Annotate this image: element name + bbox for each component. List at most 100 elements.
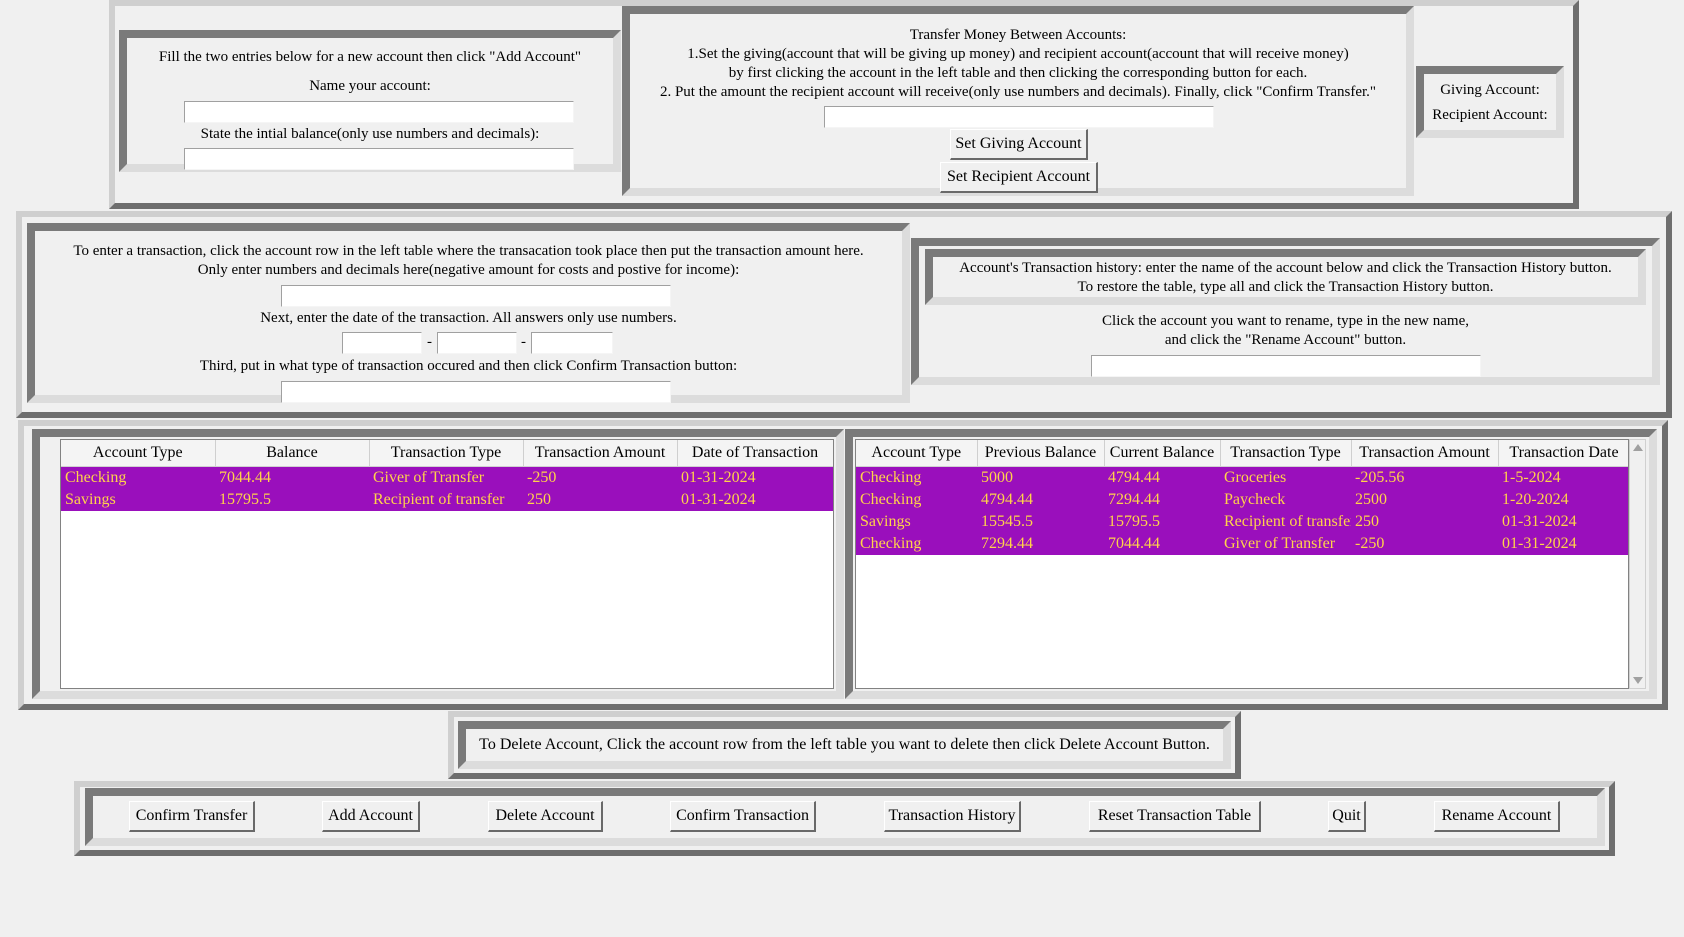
table-cell: Giver of Transfer [1220,533,1351,555]
table-row[interactable]: Savings 15545.5 15795.5 Recipient of tra… [856,511,1628,533]
table-cell: 1-5-2024 [1498,466,1628,489]
scroll-down-icon[interactable] [1633,677,1643,684]
column-header[interactable]: Date of Transaction [677,440,833,467]
table-cell: 7294.44 [1104,489,1220,511]
transaction-date-label: Next, enter the date of the transaction.… [260,310,677,326]
date-separator: - [521,334,526,350]
transfer-amount-input[interactable] [824,106,1214,128]
table-cell: Recipient of transfer [1220,511,1351,533]
table-cell: Giver of Transfer [369,466,523,489]
rename-account-button[interactable]: Rename Account [1434,801,1560,832]
table-cell: 4794.44 [977,489,1104,511]
table-cell: Savings [856,511,977,533]
add-account-button[interactable]: Add Account [322,801,420,832]
table-cell: 250 [1351,511,1498,533]
table-cell: 01-31-2024 [1498,533,1628,555]
set-giving-account-button[interactable]: Set Giving Account [950,129,1088,160]
transfer-instruction-1: 1.Set the giving(account that will be gi… [687,46,1349,62]
column-header[interactable]: Account Type [61,440,216,467]
column-header[interactable]: Transaction Amount [523,440,678,467]
table-cell: Paycheck [1220,489,1351,511]
history-scrollbar[interactable] [1629,439,1646,689]
column-header[interactable]: Transaction Type [369,440,524,467]
transaction-history-panel: Account's Transaction history: enter the… [925,249,1646,305]
column-header[interactable]: Balance [215,440,370,467]
transaction-type-label: Third, put in what type of transaction o… [199,358,738,374]
table-cell: 7044.44 [1104,533,1220,555]
delete-account-instructions: To Delete Account, Click the account row… [479,736,1210,753]
table-cell: Checking [856,489,977,511]
initial-balance-label: State the intial balance(only use number… [200,126,540,142]
transfer-status-panel: Giving Account: Recipient Account: [1416,66,1564,138]
column-header[interactable]: Transaction Type [1220,440,1352,467]
table-row[interactable]: Checking 7294.44 7044.44 Giver of Transf… [856,533,1628,555]
accounts-table[interactable]: Account Type Balance Transaction Type Tr… [60,439,834,689]
table-row[interactable]: Checking 4794.44 7294.44 Paycheck 2500 1… [856,489,1628,511]
transaction-instruction-2: Only enter numbers and decimals here(neg… [197,262,740,278]
table-cell: 2500 [1351,489,1498,511]
account-name-input[interactable] [184,101,574,123]
table-cell: -250 [523,466,677,489]
scroll-up-icon[interactable] [1633,444,1643,451]
confirm-transaction-button[interactable]: Confirm Transaction [670,801,816,832]
transfer-panel: Transfer Money Between Accounts: 1.Set t… [622,6,1414,196]
table-cell: 15795.5 [215,489,369,511]
transaction-month-input[interactable] [342,332,422,354]
table-cell: Groceries [1220,466,1351,489]
date-separator: - [427,334,432,350]
column-header[interactable]: Current Balance [1104,440,1221,467]
rename-section: Click the account you want to rename, ty… [919,311,1652,377]
column-header[interactable]: Previous Balance [977,440,1105,467]
table-cell: Checking [61,466,215,489]
table-cell: 7044.44 [215,466,369,489]
reset-transaction-table-button[interactable]: Reset Transaction Table [1089,801,1261,832]
table-cell: Savings [61,489,215,511]
history-table[interactable]: Account Type Previous Balance Current Ba… [855,439,1629,689]
column-header[interactable]: Transaction Date [1498,440,1628,467]
transaction-amount-input[interactable] [281,285,671,307]
button-bar [85,788,1605,846]
table-cell: Checking [856,466,977,489]
rename-instruction-1: Click the account you want to rename, ty… [1102,313,1469,329]
quit-button[interactable]: Quit [1328,801,1366,832]
table-cell: Recipient of transfer [369,489,523,511]
history-instruction-1: Account's Transaction history: enter the… [959,260,1612,276]
initial-balance-input[interactable] [184,148,574,170]
rename-instruction-2: and click the "Rename Account" button. [1164,332,1407,348]
giving-account-label: Giving Account: [1440,82,1540,98]
delete-account-button[interactable]: Delete Account [488,801,603,832]
transfer-title: Transfer Money Between Accounts: [909,27,1127,43]
transaction-history-button[interactable]: Transaction History [884,801,1021,832]
table-cell: -205.56 [1351,466,1498,489]
table-cell: 7294.44 [977,533,1104,555]
transaction-year-input[interactable] [531,332,613,354]
transfer-instruction-3: 2. Put the amount the recipient account … [659,84,1377,100]
column-header[interactable]: Transaction Amount [1351,440,1499,467]
table-cell: -250 [1351,533,1498,555]
table-cell: 01-31-2024 [1498,511,1628,533]
recipient-account-label: Recipient Account: [1432,107,1548,123]
transfer-instruction-2: by first clicking the account in the lef… [728,65,1308,81]
account-name-label: Name your account: [309,78,431,94]
table-cell: 15545.5 [977,511,1104,533]
column-header[interactable]: Account Type [856,440,978,467]
table-cell: Checking [856,533,977,555]
table-cell: 01-31-2024 [677,466,833,489]
confirm-transfer-button[interactable]: Confirm Transfer [129,801,255,832]
transaction-type-input[interactable] [281,381,671,403]
table-row[interactable]: Checking 7044.44 Giver of Transfer -250 … [61,466,833,489]
table-cell: 4794.44 [1104,466,1220,489]
table-cell: 15795.5 [1104,511,1220,533]
transaction-entry-panel: To enter a transaction, click the accoun… [27,223,910,403]
transaction-day-input[interactable] [437,332,517,354]
rename-account-input[interactable] [1091,355,1481,377]
set-recipient-account-button[interactable]: Set Recipient Account [940,162,1098,193]
history-instruction-2: To restore the table, type all and click… [1077,279,1494,295]
new-account-panel: Fill the two entries below for a new acc… [119,30,621,172]
table-cell: 250 [523,489,677,511]
table-row[interactable]: Savings 15795.5 Recipient of transfer 25… [61,489,833,511]
table-row[interactable]: Checking 5000 4794.44 Groceries -205.56 … [856,466,1628,489]
transaction-instruction-1: To enter a transaction, click the accoun… [73,243,864,259]
table-cell: 5000 [977,466,1104,489]
table-cell: 01-31-2024 [677,489,833,511]
